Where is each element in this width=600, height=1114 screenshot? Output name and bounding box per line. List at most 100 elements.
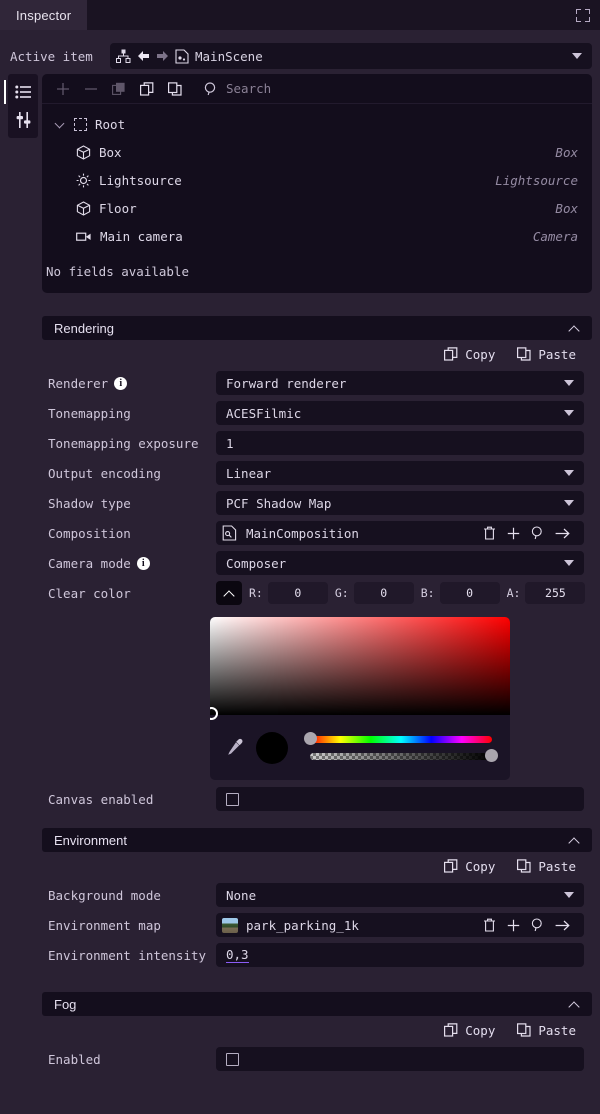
row-tonemapping-label: Tonemapping (48, 406, 216, 421)
saturation-value-area[interactable] (210, 617, 510, 715)
fog-copy-button[interactable]: Copy (444, 1023, 495, 1038)
search-input[interactable]: Search (226, 81, 271, 96)
trash-icon[interactable] (483, 526, 496, 540)
tonemapping-dropdown[interactable]: ACESFilmic (216, 401, 584, 425)
channel-b-input[interactable]: 0 (440, 582, 500, 604)
alpha-slider-handle[interactable] (485, 749, 498, 762)
rendering-copy-button[interactable]: Copy (444, 347, 495, 362)
chevron-down-icon (564, 410, 574, 416)
channel-a-input[interactable]: 255 (525, 582, 585, 604)
renderer-dropdown[interactable]: Forward renderer (216, 371, 584, 395)
canvas-enabled-checkbox[interactable] (226, 793, 239, 806)
chevron-up-icon[interactable] (569, 837, 580, 844)
rail-item-hierarchy-list[interactable] (8, 78, 38, 106)
info-icon[interactable]: i (137, 557, 150, 570)
tree-row-root[interactable]: Root (42, 110, 592, 138)
active-item-label: Active item (10, 49, 110, 64)
remove-button[interactable] (84, 82, 98, 96)
search-box[interactable]: Search (204, 81, 271, 96)
environment-copy-button[interactable]: Copy (444, 859, 495, 874)
tree-row-main-camera[interactable]: Main camera Camera (42, 222, 592, 250)
search-icon[interactable] (531, 918, 544, 932)
eyedropper-icon[interactable] (222, 738, 248, 757)
clear-color-rgba-strip: R: 0 G: 0 B: 0 A: 255 (216, 581, 592, 605)
info-icon[interactable]: i (114, 377, 127, 390)
color-picker-toggle[interactable] (216, 581, 242, 605)
duplicate-icon[interactable] (112, 82, 126, 96)
background-mode-dropdown[interactable]: None (216, 883, 584, 907)
tree-item-label: Root (95, 117, 125, 132)
trash-icon[interactable] (483, 918, 496, 932)
search-icon[interactable] (531, 526, 544, 540)
color-preview-swatch[interactable] (256, 732, 288, 764)
environment-map-asset-field[interactable]: park_parking_1k (216, 913, 584, 937)
arrow-right-icon[interactable] (555, 527, 570, 540)
row-background-mode: Background mode None (42, 880, 592, 910)
copy-icon (444, 859, 458, 873)
tree-item-type: Box (555, 201, 578, 216)
active-item-value: MainScene (195, 49, 263, 64)
row-camera-mode-label-wrap: Camera mode i (48, 556, 216, 571)
tree-row-box[interactable]: Box Box (42, 138, 592, 166)
rail-item-properties[interactable] (8, 106, 38, 134)
copy-icon[interactable] (140, 82, 154, 96)
plus-icon[interactable] (507, 919, 520, 932)
chevron-up-icon[interactable] (569, 1001, 580, 1008)
fullscreen-expand-icon (576, 9, 590, 22)
row-fog-enabled: Enabled (42, 1044, 592, 1074)
arrow-right-icon[interactable] (156, 50, 169, 62)
tree-item-label: Lightsource (99, 173, 182, 188)
section-rendering: Rendering Copy Paste Renderer (42, 316, 592, 608)
composition-asset-field[interactable]: MainComposition (216, 521, 584, 545)
camera-mode-dropdown[interactable]: Composer (216, 551, 584, 575)
row-renderer-label-wrap: Renderer i (48, 376, 216, 391)
hierarchy-panel: Search Root Box Box (42, 74, 592, 293)
expand-button[interactable] (566, 0, 600, 30)
chevron-down-icon[interactable] (572, 53, 582, 59)
scene-tree: Root Box Box (42, 104, 592, 252)
alpha-slider[interactable] (304, 750, 498, 762)
tree-row-lightsource[interactable]: Lightsource Lightsource (42, 166, 592, 194)
add-button[interactable] (56, 82, 70, 96)
active-item-field[interactable]: MainScene (110, 43, 592, 69)
canvas-enabled-field[interactable] (216, 787, 584, 811)
arrow-left-icon[interactable] (137, 50, 150, 62)
fog-enabled-checkbox[interactable] (226, 1053, 239, 1066)
chevron-down-icon[interactable] (56, 119, 66, 129)
channel-g-label: G: (335, 586, 349, 600)
tab-inspector[interactable]: Inspector (0, 0, 87, 30)
row-background-mode-label: Background mode (48, 888, 216, 903)
composition-file-icon (222, 525, 238, 541)
output-encoding-dropdown[interactable]: Linear (216, 461, 584, 485)
hue-slider[interactable] (304, 733, 498, 745)
no-fields-message: No fields available (42, 252, 592, 287)
plus-icon[interactable] (507, 527, 520, 540)
section-fog-header[interactable]: Fog (42, 992, 592, 1016)
hierarchy-toolbar: Search (42, 74, 592, 104)
hue-slider-handle[interactable] (304, 732, 317, 745)
rendering-paste-button[interactable]: Paste (517, 347, 576, 362)
section-fog: Fog Copy Paste Enabled (42, 992, 592, 1074)
paste-icon[interactable] (168, 82, 182, 96)
section-rendering-header[interactable]: Rendering (42, 316, 592, 340)
row-renderer: Renderer i Forward renderer (42, 368, 592, 398)
environment-paste-button[interactable]: Paste (517, 859, 576, 874)
cube-icon (76, 145, 91, 160)
arrow-right-icon[interactable] (555, 919, 570, 932)
chevron-up-icon[interactable] (569, 325, 580, 332)
environment-intensity-input[interactable]: 0,3 (216, 943, 584, 967)
tonemapping-exposure-input[interactable]: 1 (216, 431, 584, 455)
channel-r-input[interactable]: 0 (268, 582, 328, 604)
paste-icon (517, 347, 531, 361)
row-output-encoding: Output encoding Linear (42, 458, 592, 488)
row-environment-map-label: Environment map (48, 918, 216, 933)
tree-row-floor[interactable]: Floor Box (42, 194, 592, 222)
fog-enabled-field[interactable] (216, 1047, 584, 1071)
section-environment-header[interactable]: Environment (42, 828, 592, 852)
color-sliders (304, 728, 498, 767)
environment-intensity-value: 0,3 (226, 947, 249, 963)
channel-g-input[interactable]: 0 (354, 582, 414, 604)
shadow-type-dropdown[interactable]: PCF Shadow Map (216, 491, 584, 515)
tree-item-type: Box (555, 145, 578, 160)
fog-paste-button[interactable]: Paste (517, 1023, 576, 1038)
